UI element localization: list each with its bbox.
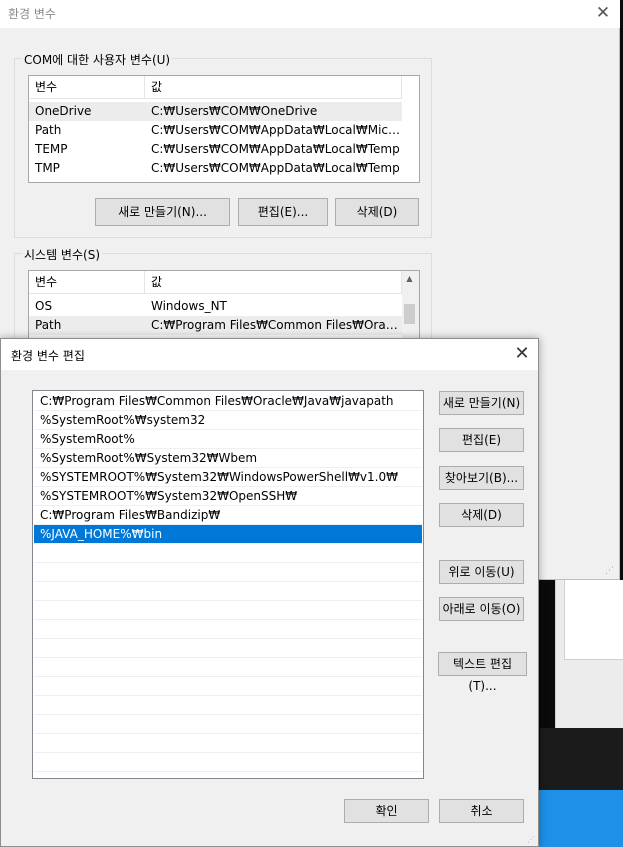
dialog-title: 환경 변수 편집 <box>11 349 85 363</box>
delete-button[interactable]: 삭제(D) <box>439 503 524 527</box>
user-edit-button[interactable]: 편집(E)... <box>238 198 328 226</box>
table-row[interactable]: OneDrive C:₩Users₩COM₩OneDrive <box>29 102 402 121</box>
empty-row[interactable] <box>34 734 422 753</box>
table-row[interactable]: TMP C:₩Users₩COM₩AppData₩Local₩Temp <box>29 159 402 178</box>
empty-row[interactable] <box>34 620 422 639</box>
list-item[interactable]: C:₩Program Files₩Common Files₩Oracle₩Jav… <box>34 392 422 411</box>
user-new-button-label: 새로 만들기(N)... <box>118 205 207 219</box>
system-variables-label: 시스템 변수(S) <box>22 246 102 263</box>
variable-value: C:₩Program Files₩Common Files₩Oracle₩... <box>151 318 401 332</box>
list-item-selected[interactable]: %JAVA_HOME%₩bin <box>34 525 422 544</box>
empty-row[interactable] <box>34 658 422 677</box>
user-variables-list[interactable]: 변수 값 OneDrive C:₩Users₩COM₩OneDrive Path… <box>28 75 420 183</box>
delete-button-label: 삭제(D) <box>461 508 502 522</box>
variable-value: Windows_NT <box>151 299 227 313</box>
column-header-variable[interactable]: 변수 <box>29 76 145 99</box>
variable-name: OS <box>35 299 53 313</box>
variable-name: Path <box>35 318 62 332</box>
resize-grip-icon[interactable]: ⋰ <box>605 565 617 577</box>
edit-text-button-label: 텍스트 편집(T)... <box>452 657 512 693</box>
edit-button-label: 편집(E) <box>461 433 502 447</box>
scroll-up-icon[interactable]: ▲ <box>402 271 417 287</box>
move-down-button-label: 아래로 이동(O) <box>442 602 521 616</box>
list-item[interactable]: %SystemRoot%₩System32₩Wbem <box>34 449 422 468</box>
dialog-title: 환경 변수 <box>8 7 56 21</box>
close-icon[interactable]: ✕ <box>509 342 535 366</box>
empty-row[interactable] <box>34 696 422 715</box>
background-window-panel <box>555 580 623 730</box>
empty-row[interactable] <box>34 582 422 601</box>
browse-button[interactable]: 찾아보기(B)... <box>439 466 524 490</box>
variable-name: OneDrive <box>35 104 92 118</box>
list-item[interactable]: C:₩Program Files₩Bandizip₩ <box>34 506 422 525</box>
empty-row[interactable] <box>34 601 422 620</box>
list-item[interactable]: %SYSTEMROOT%₩System32₩OpenSSH₩ <box>34 487 422 506</box>
empty-row[interactable] <box>34 753 422 772</box>
move-down-button[interactable]: 아래로 이동(O) <box>439 597 524 621</box>
edit-environment-variable-dialog: 환경 변수 편집 ✕ C:₩Program Files₩Common Files… <box>0 338 539 847</box>
user-new-button[interactable]: 새로 만들기(N)... <box>95 198 230 226</box>
list-header: 변수 값 <box>29 76 402 99</box>
empty-row[interactable] <box>34 639 422 658</box>
cancel-button[interactable]: 취소 <box>439 799 524 823</box>
list-item[interactable]: %SystemRoot%₩system32 <box>34 411 422 430</box>
cancel-button-label: 취소 <box>470 804 493 818</box>
list-item[interactable]: %SystemRoot% <box>34 430 422 449</box>
table-row[interactable]: Path C:₩Users₩COM₩AppData₩Local₩Microsof… <box>29 121 402 140</box>
table-row[interactable]: TEMP C:₩Users₩COM₩AppData₩Local₩Temp <box>29 140 402 159</box>
close-icon[interactable]: ✕ <box>590 2 616 24</box>
list-item[interactable]: %SYSTEMROOT%₩System32₩WindowsPowerShell₩… <box>34 468 422 487</box>
column-header-value[interactable]: 값 <box>145 271 402 294</box>
edit-button[interactable]: 편집(E) <box>439 428 524 452</box>
table-row[interactable]: Path C:₩Program Files₩Common Files₩Oracl… <box>29 316 402 335</box>
background-dark-area <box>540 728 623 790</box>
variable-value: C:₩Users₩COM₩AppData₩Local₩Microsof... <box>151 123 401 137</box>
user-edit-button-label: 편집(E)... <box>257 205 309 219</box>
empty-row[interactable] <box>34 677 422 696</box>
new-button-label: 새로 만들기(N) <box>442 396 521 410</box>
title-bar: 환경 변수 편집 ✕ <box>1 339 538 370</box>
path-list[interactable]: C:₩Program Files₩Common Files₩Oracle₩Jav… <box>32 390 424 779</box>
new-button[interactable]: 새로 만들기(N) <box>439 391 524 415</box>
scroll-thumb[interactable] <box>404 304 415 324</box>
resize-grip-icon[interactable]: ⋰ <box>527 835 537 845</box>
title-bar: 환경 변수 ✕ <box>0 0 620 28</box>
move-up-button-label: 위로 이동(U) <box>448 565 515 579</box>
variable-value: C:₩Users₩COM₩AppData₩Local₩Temp <box>151 142 400 156</box>
user-variables-label: COM에 대한 사용자 변수(U) <box>22 51 173 68</box>
ok-button[interactable]: 확인 <box>344 799 429 823</box>
variable-name: TEMP <box>35 142 68 156</box>
move-up-button[interactable]: 위로 이동(U) <box>439 560 524 584</box>
empty-row[interactable] <box>34 544 422 563</box>
user-delete-button-label: 삭제(D) <box>356 205 398 219</box>
variable-value: C:₩Users₩COM₩OneDrive <box>151 104 318 118</box>
user-delete-button[interactable]: 삭제(D) <box>335 198 419 226</box>
column-header-value[interactable]: 값 <box>145 76 402 99</box>
browse-button-label: 찾아보기(B)... <box>444 471 519 485</box>
variable-name: TMP <box>35 161 60 175</box>
empty-row[interactable] <box>34 715 422 734</box>
empty-row[interactable] <box>34 563 422 582</box>
table-row[interactable]: OS Windows_NT <box>29 297 402 316</box>
column-header-variable[interactable]: 변수 <box>29 271 145 294</box>
edit-text-button[interactable]: 텍스트 편집(T)... <box>438 652 527 693</box>
list-header: 변수 값 <box>29 271 402 294</box>
variable-name: Path <box>35 123 62 137</box>
variable-value: C:₩Users₩COM₩AppData₩Local₩Temp <box>151 161 400 175</box>
ok-button-label: 확인 <box>375 804 398 818</box>
